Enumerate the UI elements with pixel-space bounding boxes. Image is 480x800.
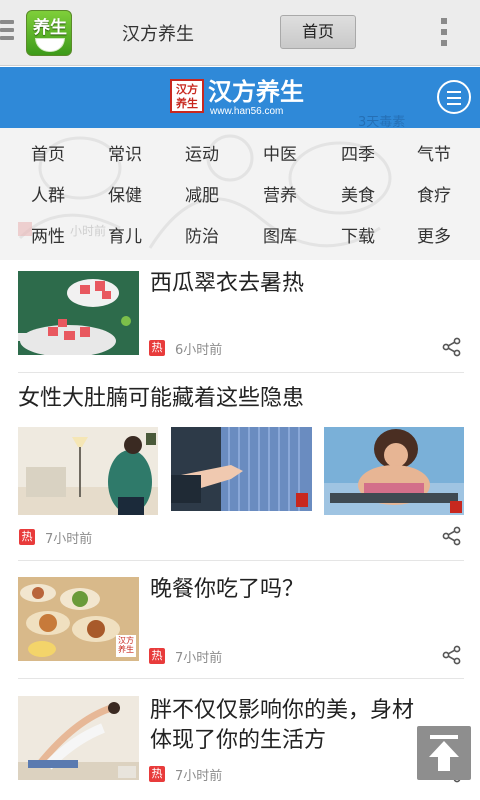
article-thumbnail[interactable] [324, 427, 464, 515]
article-feed: 西瓜翠衣去暑热 热 6小时前 女性大肚腩可能藏着这些隐患 热 7小时前 汉方 养… [0, 260, 480, 800]
thumbnail-stamp: 汉方 养生 [118, 636, 134, 654]
article-thumbnail[interactable] [18, 427, 158, 515]
article-title[interactable]: 晚餐你吃了吗？ [150, 575, 304, 605]
article-thumbnail[interactable] [171, 427, 312, 511]
article-thumbnail[interactable] [18, 271, 139, 355]
category-gallery[interactable]: 图库 [250, 222, 310, 247]
article-time: 7小时前 [175, 651, 223, 666]
app-logo-label: 养生 [33, 18, 67, 38]
category-prevention[interactable]: 防治 [172, 222, 232, 247]
share-icon[interactable] [442, 337, 462, 357]
article-time: 7小时前 [175, 769, 223, 784]
category-exercise[interactable]: 运动 [172, 140, 232, 165]
site-header: 汉方 养生 汉方养生 www.han56.com 3天毒素 [0, 67, 480, 130]
category-seasons[interactable]: 四季 [328, 140, 388, 165]
category-knowledge[interactable]: 常识 [95, 140, 155, 165]
header-menu-icon[interactable] [437, 80, 471, 114]
article-thumbnail[interactable] [18, 696, 139, 780]
article-card[interactable]: 汉方 养生 晚餐你吃了吗？ 热 7小时前 [18, 562, 464, 679]
hot-badge: 热 [149, 766, 165, 782]
category-groups[interactable]: 人群 [18, 181, 78, 206]
category-more[interactable]: 更多 [404, 222, 464, 247]
hot-badge: 热 [19, 529, 35, 545]
app-title: 汉方养生 [122, 24, 194, 45]
article-title[interactable]: 西瓜翠衣去暑热 [150, 269, 304, 299]
share-icon[interactable] [442, 645, 462, 665]
category-sex[interactable]: 两性 [18, 222, 78, 247]
article-title[interactable]: 女性大肚腩可能藏着这些隐患 [18, 384, 304, 414]
hot-badge: 热 [149, 648, 165, 664]
category-nav: 小时前 首页 常识 运动 中医 四季 气节 人群 保健 减肥 营养 美食 食疗 … [0, 128, 480, 260]
category-nutrition[interactable]: 营养 [250, 181, 310, 206]
article-card[interactable]: 女性大肚腩可能藏着这些隐患 热 7小时前 [18, 374, 464, 561]
category-home[interactable]: 首页 [18, 140, 78, 165]
category-weight-loss[interactable]: 减肥 [172, 181, 232, 206]
share-icon[interactable] [442, 526, 462, 546]
article-title[interactable]: 胖不仅仅影响你的美，身材 体现了你的生活方 [150, 696, 414, 756]
category-solar-terms[interactable]: 气节 [404, 140, 464, 165]
article-time: 7小时前 [45, 532, 93, 547]
home-button[interactable]: 首页 [280, 15, 356, 49]
logo-url: www.han56.com [210, 106, 284, 117]
arrow-up-icon [429, 735, 459, 771]
drawer-menu-icon[interactable] [0, 20, 14, 44]
category-tcm[interactable]: 中医 [250, 140, 310, 165]
category-row: 首页 常识 运动 中医 四季 气节 [0, 140, 480, 180]
article-time: 6小时前 [175, 343, 223, 358]
app-bar: 养生 汉方养生 首页 [0, 0, 480, 66]
back-to-top-button[interactable] [417, 726, 471, 780]
category-diet-therapy[interactable]: 食疗 [404, 181, 464, 206]
article-card[interactable]: 胖不仅仅影响你的美，身材 体现了你的生活方 热 7小时前 [18, 680, 464, 800]
article-thumbnail[interactable]: 汉方 养生 [18, 577, 139, 661]
article-card[interactable]: 西瓜翠衣去暑热 热 6小时前 [18, 260, 464, 373]
category-health-care[interactable]: 保健 [95, 181, 155, 206]
overflow-menu-icon[interactable] [441, 18, 449, 48]
category-download[interactable]: 下载 [328, 222, 388, 247]
category-parenting[interactable]: 育儿 [95, 222, 155, 247]
app-logo-icon: 养生 [26, 10, 72, 56]
logo-text: 汉方养生 [208, 78, 304, 106]
hot-badge: 热 [149, 340, 165, 356]
category-food[interactable]: 美食 [328, 181, 388, 206]
category-row: 两性 育儿 防治 图库 下载 更多 [0, 222, 480, 260]
logo-seal-icon: 汉方 养生 [170, 79, 204, 113]
category-row: 人群 保健 减肥 营养 美食 食疗 [0, 181, 480, 221]
